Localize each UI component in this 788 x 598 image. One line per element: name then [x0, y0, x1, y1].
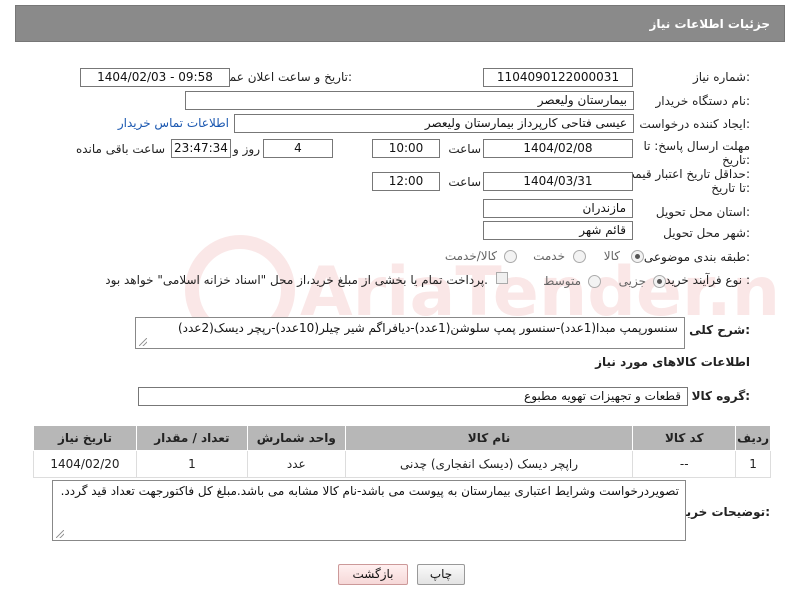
goods-section-title: اطلاعات کالاهای مورد نیاز — [595, 355, 750, 369]
validity-time-label: ساعت — [448, 175, 481, 189]
province-field[interactable]: مازندران — [483, 199, 633, 218]
cell-quantity: 1 — [135, 450, 248, 478]
contact-info-link[interactable]: اطلاعات تماس خریدار — [118, 116, 229, 130]
cell-goods-name: راپچر دیسک (دیسک انفجاری) چدنی — [344, 450, 634, 478]
description-textarea[interactable]: سنسورپمپ مبدا(1عدد)-سنسور پمپ سلوشن(1عدد… — [135, 317, 685, 349]
reply-deadline-label-1: مهلت ارسال پاسخ: تا — [643, 139, 750, 153]
validity-time-field[interactable]: 12:00 — [372, 172, 440, 191]
col-row-number: ردیف — [735, 425, 771, 451]
col-unit: واحد شمارش — [246, 425, 346, 451]
process-radio-minor[interactable] — [653, 275, 666, 288]
category-radio-goods[interactable] — [631, 250, 644, 263]
category-radio-service[interactable] — [573, 250, 586, 263]
process-label: نوع فرآیند خرید : — [665, 273, 750, 287]
goods-table-header: ردیف کد کالا نام کالا واحد شمارش تعداد /… — [33, 425, 771, 451]
process-radio-medium[interactable] — [588, 275, 601, 288]
col-quantity: تعداد / مقدار — [135, 425, 248, 451]
days-label: روز و — [233, 142, 260, 156]
process-medium-label: متوسط — [543, 274, 581, 288]
header-bar: جزئیات اطلاعات نیاز — [15, 5, 785, 42]
back-button[interactable]: بازگشت — [338, 564, 408, 585]
reply-date-field[interactable]: 1404/02/08 — [483, 139, 633, 158]
goods-group-field[interactable]: قطعات و تجهیزات تهویه مطبوع — [138, 387, 688, 406]
need-number-field[interactable]: 1104090122000031 — [483, 68, 633, 87]
need-number-label: شماره نیاز: — [692, 70, 750, 84]
validity-label-2: تا تاریخ: — [711, 181, 750, 195]
validity-label-1: حداقل تاریخ اعتبار قیمت: — [623, 167, 750, 181]
reply-time-label: ساعت — [448, 142, 481, 156]
treasury-payment-checkbox[interactable] — [496, 272, 508, 284]
cell-unit: عدد — [246, 450, 346, 478]
col-goods-code: کد کالا — [632, 425, 737, 451]
city-label: شهر محل تحویل: — [663, 226, 750, 240]
resize-grip-icon[interactable] — [56, 530, 64, 538]
col-need-date: تاریخ نیاز — [33, 425, 137, 451]
validity-date-field[interactable]: 1404/03/31 — [483, 172, 633, 191]
table-row[interactable]: 1 -- راپچر دیسک (دیسک انفجاری) چدنی عدد … — [33, 450, 771, 478]
buyer-org-field[interactable]: بیمارستان ولیعصر — [185, 91, 634, 110]
goods-table: ردیف کد کالا نام کالا واحد شمارش تعداد /… — [33, 425, 771, 478]
remaining-time-label: ساعت باقی مانده — [75, 142, 165, 156]
category-radio-goods-service[interactable] — [504, 250, 517, 263]
creator-label: ایجاد کننده درخواست: — [639, 117, 750, 131]
print-button[interactable]: چاپ — [417, 564, 465, 585]
col-goods-name: نام کالا — [344, 425, 634, 451]
category-goods-service-label: کالا/خدمت — [444, 249, 497, 263]
treasury-payment-note: پرداخت تمام یا بخشی از مبلغ خرید،از محل … — [105, 273, 488, 287]
announce-field[interactable]: 1404/02/03 - 09:58 — [80, 68, 230, 87]
reply-time-field[interactable]: 10:00 — [372, 139, 440, 158]
category-label: طبقه بندی موضوعی: — [643, 250, 750, 264]
remaining-time-field[interactable]: 23:47:34 — [171, 139, 231, 158]
buyer-notes-textarea[interactable]: تصویردرخواست وشرایط اعتباری بیمارستان به… — [52, 480, 686, 541]
goods-group-label: گروه کالا: — [691, 389, 750, 403]
buyer-notes-text: تصویردرخواست وشرایط اعتباری بیمارستان به… — [60, 484, 679, 498]
category-service-label: خدمت — [533, 249, 565, 263]
province-label: استان محل تحویل: — [655, 205, 750, 219]
cell-goods-code: -- — [632, 450, 737, 478]
process-minor-label: جزیی — [618, 274, 646, 288]
days-field[interactable]: 4 — [263, 139, 333, 158]
cell-row-number: 1 — [735, 450, 771, 478]
city-field[interactable]: قائم شهر — [483, 221, 633, 240]
resize-grip-icon[interactable] — [139, 338, 147, 346]
reply-deadline-label-2: تاریخ: — [722, 153, 750, 167]
creator-field[interactable]: عیسی فتاحی کارپرداز بیمارستان ولیعصر — [234, 114, 634, 133]
description-text: سنسورپمپ مبدا(1عدد)-سنسور پمپ سلوشن(1عدد… — [177, 321, 678, 335]
page-title: جزئیات اطلاعات نیاز — [649, 17, 770, 31]
buyer-org-label: نام دستگاه خریدار: — [655, 94, 751, 108]
cell-need-date: 1404/02/20 — [33, 450, 137, 478]
category-goods-label: کالا — [603, 249, 620, 263]
